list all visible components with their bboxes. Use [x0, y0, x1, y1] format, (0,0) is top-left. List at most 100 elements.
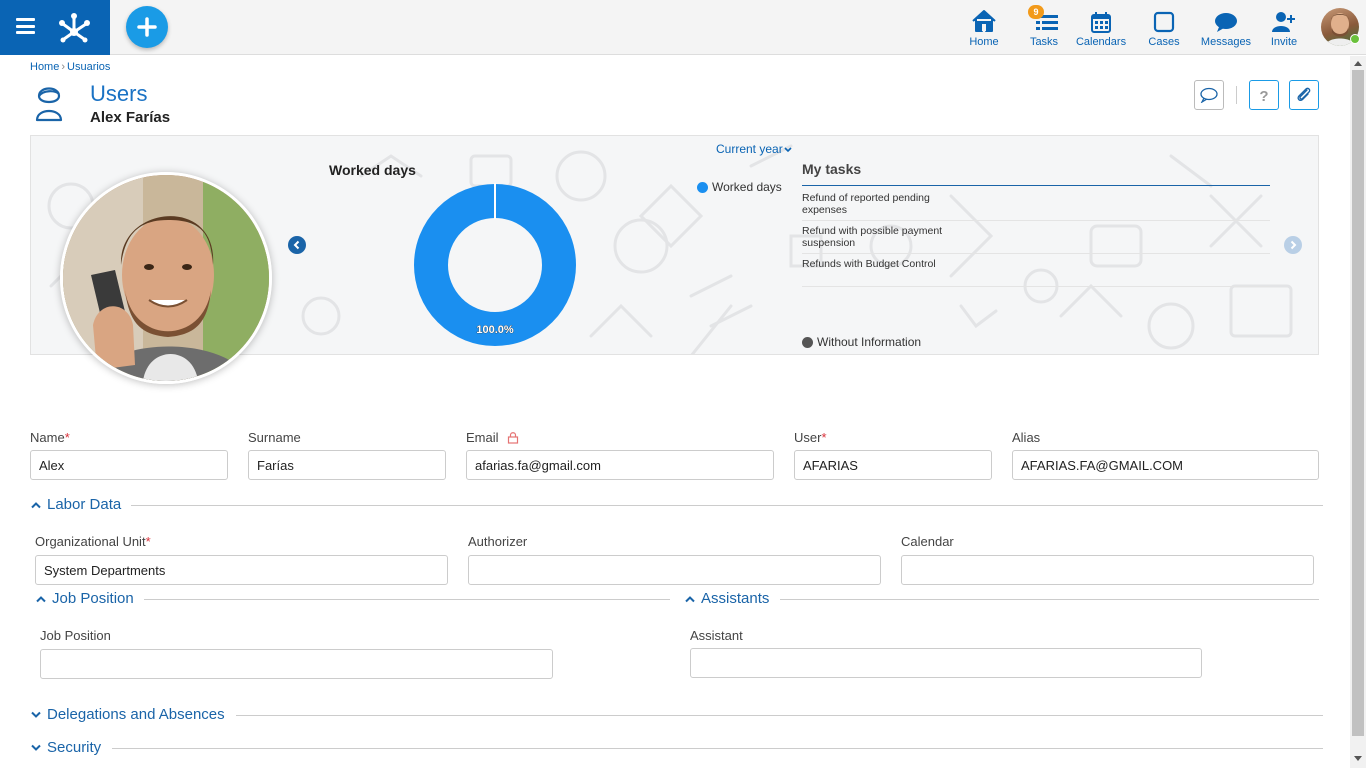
section-labor-data-title: Labor Data: [47, 496, 122, 513]
task-item[interactable]: Refunds with Budget Control: [802, 254, 1270, 287]
section-labor-data[interactable]: Labor Data: [30, 496, 121, 513]
menu-icon[interactable]: [16, 18, 35, 34]
help-button[interactable]: ?: [1249, 80, 1279, 110]
email-label: Email: [466, 430, 519, 445]
attachments-button[interactable]: [1289, 80, 1319, 110]
header-divider: [1236, 86, 1237, 104]
name-input[interactable]: [30, 450, 228, 480]
comments-button[interactable]: [1194, 80, 1224, 110]
chevron-up-icon: [685, 595, 695, 602]
task-item-label: Refunds with Budget Control: [802, 258, 936, 270]
email-input[interactable]: [466, 450, 774, 480]
authorizer-input[interactable]: [468, 555, 881, 585]
user-input[interactable]: [794, 450, 992, 480]
add-button[interactable]: [126, 6, 168, 48]
nav-tasks-label: Tasks: [1029, 36, 1059, 48]
page-scrollbar[interactable]: [1350, 56, 1366, 768]
job-position-input[interactable]: [40, 649, 553, 679]
calendar-input[interactable]: [901, 555, 1314, 585]
chevron-left-icon: [293, 240, 300, 250]
paperclip-icon: [1297, 87, 1311, 102]
section-divider: [131, 505, 1323, 506]
task-item[interactable]: Refund with possible payment suspension: [802, 221, 1270, 254]
period-selector[interactable]: Current year: [716, 142, 792, 156]
section-assistants[interactable]: Assistants: [684, 590, 769, 607]
svg-text:?: ?: [1259, 88, 1268, 103]
section-security-title: Security: [47, 739, 102, 756]
section-job-position[interactable]: Job Position: [35, 590, 134, 607]
breadcrumb-users[interactable]: Usuarios: [67, 61, 110, 73]
chevron-down-icon: [784, 147, 792, 153]
name-label: Name*: [30, 430, 70, 445]
home-icon: [972, 10, 996, 32]
breadcrumb-home[interactable]: Home: [30, 61, 59, 73]
nav-invite[interactable]: Invite: [1266, 0, 1302, 55]
my-tasks-title: My tasks: [802, 161, 862, 177]
legend-without-information: Without Information: [802, 335, 921, 349]
nav-tasks[interactable]: 9 Tasks: [1026, 0, 1062, 55]
nav-invite-label: Invite: [1270, 36, 1298, 48]
logo-icon[interactable]: [56, 10, 92, 44]
users-entity-icon: [35, 87, 63, 122]
breadcrumb-separator: ›: [61, 61, 66, 73]
nav-cases[interactable]: Cases: [1146, 0, 1182, 55]
lock-icon: [507, 432, 518, 444]
legend-worked-days: Worked days: [697, 180, 782, 194]
banner-next-button[interactable]: [1284, 236, 1302, 254]
nav-messages-label: Messages: [1200, 36, 1252, 48]
section-delegations-absences[interactable]: Delegations and Absences: [30, 706, 225, 723]
profile-photo: [60, 172, 272, 384]
scroll-up-arrow-icon[interactable]: [1354, 61, 1362, 66]
scroll-down-arrow-icon[interactable]: [1354, 756, 1362, 761]
top-bar: Home 9 Tasks Calendars Cases Messages In…: [0, 0, 1366, 55]
chevron-down-icon: [31, 711, 41, 718]
surname-label: Surname: [248, 430, 301, 445]
authorizer-label: Authorizer: [468, 534, 528, 549]
page-title: Users: [90, 81, 148, 106]
nav-messages[interactable]: Messages: [1199, 0, 1253, 55]
task-item[interactable]: Refund of reported pending expenses: [802, 188, 1270, 221]
calendar-label: Calendar: [901, 534, 954, 549]
alias-input[interactable]: [1012, 450, 1319, 480]
invite-user-icon: [1272, 12, 1295, 32]
org-unit-input[interactable]: [35, 555, 448, 585]
my-tasks-underline: [802, 185, 1270, 186]
calendar-icon: [1091, 12, 1111, 33]
org-unit-label: Organizational Unit*: [35, 534, 151, 549]
alias-label: Alias: [1012, 430, 1041, 445]
legend-without-information-dot: [802, 336, 813, 348]
chevron-right-icon: [1290, 240, 1297, 250]
nav-home-label: Home: [969, 36, 999, 48]
scroll-thumb[interactable]: [1352, 70, 1364, 736]
cases-icon: [1153, 11, 1175, 33]
brand-area: [0, 0, 110, 55]
profile-photo-portrait: [63, 175, 269, 381]
section-divider: [112, 748, 1323, 749]
nav-cases-label: Cases: [1148, 36, 1180, 48]
page-subtitle: Alex Farías: [90, 109, 171, 126]
section-security[interactable]: Security: [30, 739, 101, 756]
section-assistants-title: Assistants: [701, 590, 770, 607]
chat-icon: [1215, 13, 1237, 32]
task-item-label: Refund of reported pending expenses: [802, 192, 930, 216]
nav-home[interactable]: Home: [966, 0, 1002, 55]
banner-prev-button[interactable]: [288, 236, 306, 254]
section-delegations-absences-title: Delegations and Absences: [47, 706, 225, 723]
comment-icon: [1200, 87, 1218, 103]
section-divider: [780, 599, 1319, 600]
period-selector-label: Current year: [716, 142, 783, 156]
legend-worked-days-dot: [697, 181, 708, 193]
worked-days-donut-chart: 100.0%: [414, 183, 576, 346]
online-status-indicator: [1350, 34, 1360, 44]
surname-input[interactable]: [248, 450, 446, 480]
question-mark-icon: ?: [1259, 88, 1268, 103]
job-position-label: Job Position: [40, 628, 111, 643]
breadcrumb: Home › Usuarios: [30, 61, 110, 73]
chart-title: Worked days: [329, 162, 416, 178]
assistant-input[interactable]: [690, 648, 1202, 678]
assistant-label: Assistant: [690, 628, 743, 643]
legend-without-information-label: Without Information: [817, 335, 922, 349]
task-item-label: Refund with possible payment suspension: [802, 225, 943, 249]
tasks-badge: 9: [1028, 5, 1044, 19]
nav-calendars[interactable]: Calendars: [1076, 0, 1126, 55]
